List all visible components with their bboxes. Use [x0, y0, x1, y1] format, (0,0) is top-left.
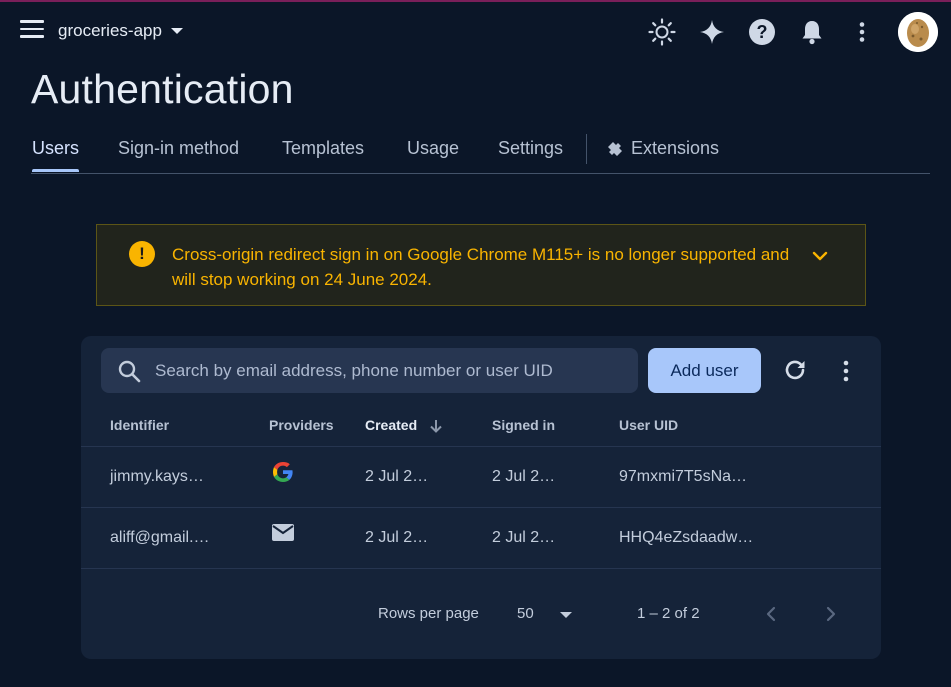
search-icon: [117, 359, 141, 383]
cell-identifier: aliff@gmail.…: [110, 529, 210, 546]
project-name: groceries-app: [58, 21, 162, 40]
column-header-identifier: Identifier: [110, 417, 170, 433]
sparkle-icon[interactable]: [697, 17, 727, 47]
menu-icon[interactable]: [20, 20, 46, 42]
cell-user-uid: HHQ4eZsdaadw…: [619, 529, 754, 546]
extensions-icon: [605, 139, 625, 159]
tab-usage[interactable]: Usage: [407, 138, 459, 159]
tab-sign-in-method[interactable]: Sign-in method: [118, 138, 239, 159]
active-tab-indicator: [32, 169, 79, 172]
tab-settings[interactable]: Settings: [498, 138, 563, 159]
help-icon[interactable]: ?: [747, 17, 777, 47]
avatar[interactable]: [898, 12, 938, 52]
cell-created: 2 Jul 2…: [365, 529, 429, 546]
tab-label: Sign-in method: [118, 138, 240, 158]
arrow-down-icon[interactable]: [428, 418, 444, 434]
chevron-left-icon[interactable]: [760, 601, 782, 627]
cell-created: 2 Jul 2…: [365, 468, 429, 485]
warning-icon: !: [129, 241, 155, 267]
chevron-down-icon: [560, 612, 572, 618]
refresh-icon[interactable]: [781, 356, 809, 384]
warning-banner: ! Cross-origin redirect sign in on Googl…: [96, 224, 866, 306]
tab-extensions[interactable]: Extensions: [605, 138, 719, 159]
banner-message: Cross-origin redirect sign in on Google …: [172, 245, 790, 289]
project-selector[interactable]: groceries-app: [58, 21, 183, 41]
cell-identifier: jimmy.kays…: [110, 468, 204, 485]
column-header-signed-in: Signed in: [492, 417, 555, 433]
users-card: Add user Identifier Providers Created Si…: [81, 336, 881, 659]
rows-per-page-label: Rows per page: [378, 605, 479, 622]
search-box[interactable]: [101, 348, 638, 393]
tab-divider: [586, 134, 587, 164]
notifications-bell-icon[interactable]: [797, 17, 827, 47]
tab-templates[interactable]: Templates: [282, 138, 364, 159]
tab-users[interactable]: Users: [32, 138, 79, 159]
top-app-bar: groceries-app ?: [0, 2, 951, 60]
email-icon: [270, 520, 296, 546]
tab-bar: Users Sign-in method Templates Usage Set…: [31, 128, 930, 174]
column-header-created[interactable]: Created: [365, 417, 417, 433]
rows-per-page-value: 50: [517, 605, 534, 622]
chevron-right-icon[interactable]: [820, 601, 842, 627]
rows-per-page-select[interactable]: 50: [517, 598, 577, 628]
search-input[interactable]: [155, 348, 625, 393]
page-title: Authentication: [31, 66, 294, 112]
tab-label: Users: [32, 138, 80, 158]
cell-signed-in: 2 Jul 2…: [492, 529, 556, 546]
table-row[interactable]: jimmy.kays… 2 Jul 2… 2 Jul 2… 97mxmi7T5s…: [81, 447, 881, 508]
pagination: Rows per page 50 1 – 2 of 2: [81, 569, 881, 659]
cell-signed-in: 2 Jul 2…: [492, 468, 556, 485]
column-header-user-uid: User UID: [619, 417, 679, 433]
theme-sun-icon[interactable]: [647, 17, 677, 47]
svg-text:?: ?: [757, 22, 768, 42]
tab-label: Usage: [407, 138, 460, 158]
tab-label: Templates: [282, 138, 365, 158]
tab-label: Extensions: [631, 138, 720, 158]
google-icon: [270, 459, 296, 485]
column-header-providers: Providers: [269, 417, 334, 433]
chevron-down-icon: [170, 28, 183, 34]
table-row[interactable]: aliff@gmail.… 2 Jul 2… 2 Jul 2… HHQ4eZsd…: [81, 508, 881, 569]
pagination-range: 1 – 2 of 2: [637, 605, 700, 622]
cell-user-uid: 97mxmi7T5sNa…: [619, 468, 748, 485]
table-header: Identifier Providers Created Signed in U…: [81, 406, 881, 447]
chevron-down-icon[interactable]: [811, 247, 829, 265]
add-user-button[interactable]: Add user: [648, 348, 761, 393]
more-vert-icon[interactable]: [835, 358, 857, 384]
tab-label: Settings: [498, 138, 564, 158]
more-vert-icon[interactable]: [847, 17, 877, 47]
